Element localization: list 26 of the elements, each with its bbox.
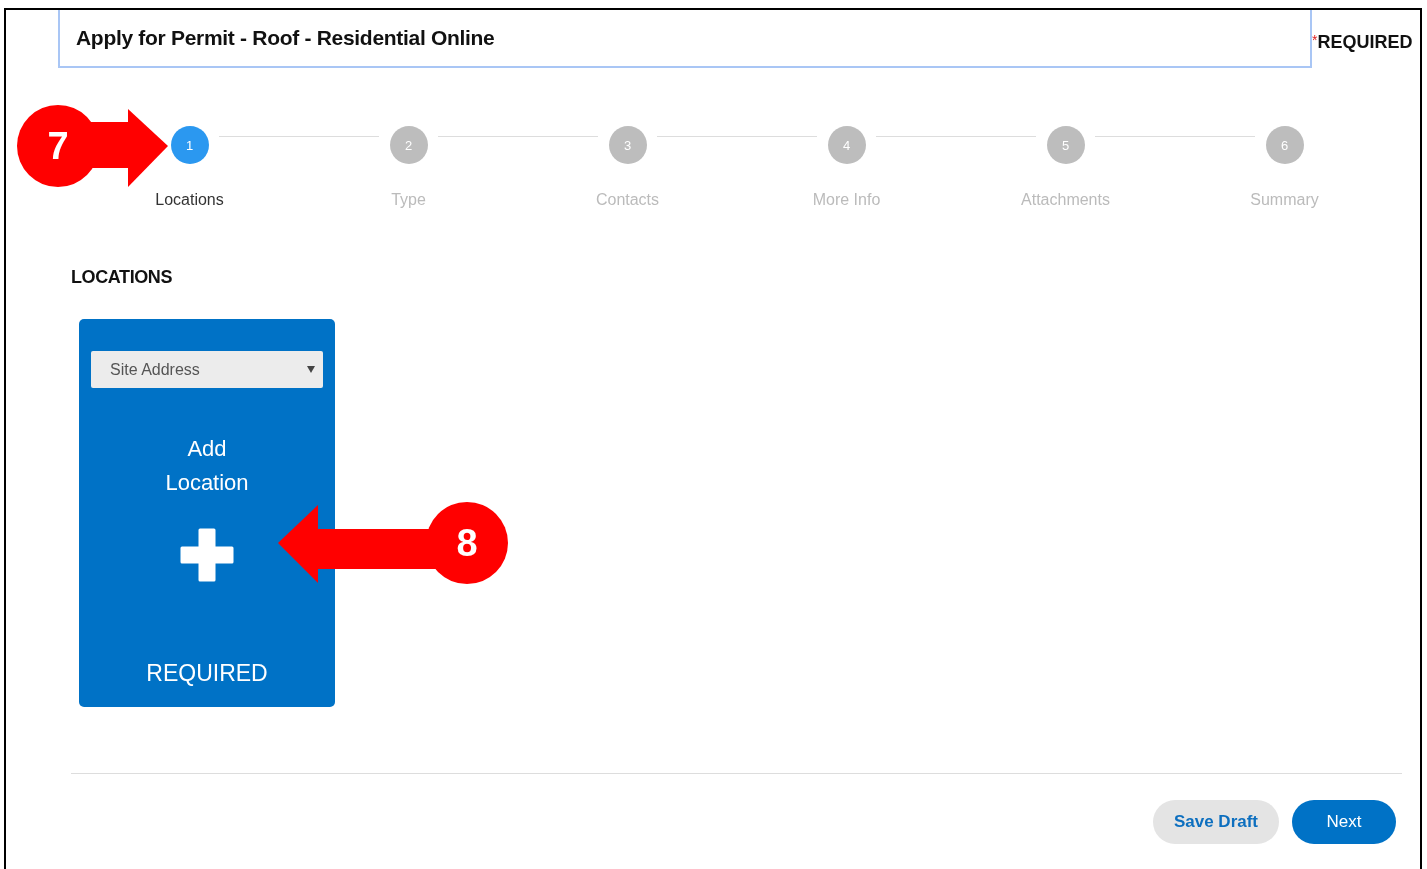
step-label[interactable]: Contacts <box>595 191 660 209</box>
step-number[interactable]: 6 <box>1265 126 1304 164</box>
step-number[interactable]: 2 <box>389 126 428 164</box>
required-label: REQUIRED <box>1317 32 1413 53</box>
callout-number: 8 <box>455 521 479 565</box>
step-number[interactable]: 1 <box>170 126 209 164</box>
section-title: LOCATIONS <box>71 267 173 288</box>
required-status: REQUIRED <box>146 660 268 687</box>
step-label[interactable]: Summary <box>1250 191 1319 209</box>
site-address-dropdown[interactable]: Site Address <box>91 351 323 388</box>
next-button[interactable]: Next <box>1292 800 1396 844</box>
save-draft-button[interactable]: Save Draft <box>1153 800 1279 844</box>
card-title: Add Location <box>164 435 250 497</box>
step-label[interactable]: Locations <box>155 191 224 209</box>
step-number[interactable]: 4 <box>827 126 866 164</box>
callout-number: 7 <box>46 124 70 168</box>
plus-icon[interactable] <box>180 528 234 582</box>
page-title: Apply for Permit - Roof - Residential Online <box>76 26 495 50</box>
step-label[interactable]: More Info <box>812 191 881 209</box>
add-location-card[interactable]: Site Address Add Location REQUIRED <box>79 319 335 707</box>
step-label[interactable]: Attachments <box>1021 191 1110 209</box>
step-number[interactable]: 3 <box>608 126 647 164</box>
required-asterisk: * <box>1312 32 1318 48</box>
step-label[interactable]: Type <box>391 191 426 209</box>
caret-icon <box>307 366 315 373</box>
step-number[interactable]: 5 <box>1046 126 1085 164</box>
